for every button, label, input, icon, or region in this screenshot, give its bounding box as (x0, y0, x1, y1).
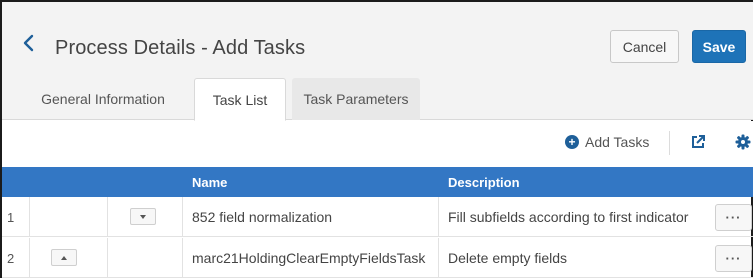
column-divider (29, 197, 30, 237)
table-toolbar: + Add Tasks (2, 121, 753, 167)
caret-up-icon (61, 255, 67, 260)
table-row[interactable]: 2 marc21HoldingClearEmptyFieldsTask Dele… (2, 238, 753, 278)
task-name: marc21HoldingClearEmptyFieldsTask (192, 250, 426, 266)
tab-bar: General Information Task List Task Param… (2, 70, 753, 121)
plus-circle-icon: + (565, 135, 579, 149)
task-description: Delete empty fields (448, 250, 568, 266)
column-header-description[interactable]: Description (448, 175, 520, 190)
toolbar-divider (669, 131, 670, 155)
back-chevron-icon[interactable] (20, 34, 36, 52)
table-header-row: Name Description (2, 167, 753, 197)
add-tasks-label: Add Tasks (585, 134, 650, 150)
task-name: 852 field normalization (192, 209, 333, 225)
save-button[interactable]: Save (692, 30, 746, 63)
row-number: 1 (7, 210, 15, 225)
row-actions-button[interactable]: ··· (715, 204, 752, 231)
move-down-button[interactable] (130, 208, 156, 225)
column-divider (29, 238, 30, 278)
page-title: Process Details - Add Tasks (55, 37, 306, 59)
task-description: Fill subfields according to first indica… (448, 209, 689, 225)
row-actions-button[interactable]: ··· (715, 245, 752, 272)
column-divider (107, 197, 108, 237)
tab-task-parameters[interactable]: Task Parameters (292, 78, 420, 120)
add-tasks-button[interactable]: + Add Tasks (565, 132, 649, 152)
column-header-name[interactable]: Name (192, 175, 227, 190)
row-number: 2 (7, 251, 15, 266)
column-divider (438, 238, 439, 278)
window-frame: Process Details - Add Tasks Cancel Save … (0, 0, 753, 278)
column-divider (182, 238, 183, 278)
page-header: Process Details - Add Tasks Cancel Save (2, 2, 753, 70)
gear-icon[interactable] (735, 134, 751, 150)
caret-down-icon (140, 214, 146, 219)
cancel-button[interactable]: Cancel (610, 30, 679, 63)
move-up-button[interactable] (51, 249, 77, 266)
column-divider (107, 238, 108, 278)
export-icon[interactable] (690, 134, 706, 150)
tab-task-list[interactable]: Task List (194, 78, 286, 121)
column-divider (182, 197, 183, 237)
column-divider (438, 197, 439, 237)
table-row[interactable]: 1 852 field normalization Fill subfields… (2, 197, 753, 237)
tab-general-information[interactable]: General Information (20, 78, 186, 120)
